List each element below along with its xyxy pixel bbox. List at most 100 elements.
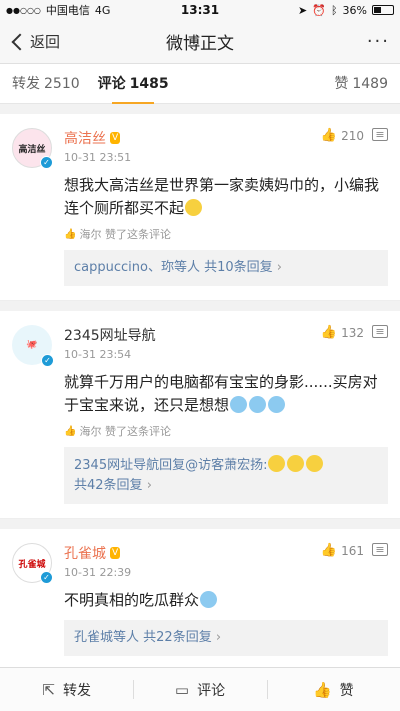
comment-text-content: 想我大高洁丝是世界第一家卖姨妈巾的，小编我连个厕所都买不起	[64, 176, 380, 217]
replies-box[interactable]: 孔雀城等人 共22条回复 ›	[64, 620, 388, 656]
replies-box[interactable]: 2345网址导航回复@访客萧宏扬: 共42条回复 ›	[64, 447, 388, 504]
commenter-name-text: 高洁丝	[64, 131, 106, 147]
comment-time: 10-31 23:51	[64, 151, 132, 164]
more-button[interactable]: ···	[367, 31, 390, 52]
like-count: 210	[341, 128, 364, 143]
vip-icon: V	[110, 132, 121, 144]
vip-icon: V	[110, 547, 121, 559]
comment-text-content: 就算千万用户的电脑都有宝宝的身影......买房对于宝宝来说，还只是想想	[64, 373, 378, 414]
verified-icon: ✓	[41, 354, 54, 367]
like-label: 赞	[339, 682, 354, 699]
comment-item: 孔雀城 ✓ 孔雀城 V 10-31 22:39 👍 161 ≡ 不明真相的吃瓜群…	[0, 529, 400, 671]
divider	[0, 104, 400, 114]
tab-comment[interactable]: 评论 1485	[98, 64, 169, 104]
commenter-name[interactable]: 孔雀城 V	[64, 543, 321, 563]
small-thumbs-up-icon: 👍	[64, 228, 77, 240]
like-button[interactable]: 👍 161	[321, 543, 364, 558]
reply-count: 共22条回复	[143, 630, 212, 645]
avatar[interactable]: 孔雀城 ✓	[12, 543, 53, 584]
network-label: 4G	[94, 3, 111, 17]
baby-emoji-icon	[200, 591, 218, 608]
like-button[interactable]: 👍 210	[321, 128, 364, 143]
commenter-name[interactable]: 2345网址导航	[64, 325, 321, 345]
comment-label: 评论	[197, 682, 226, 699]
tabs-left: 转发 2510 评论 1485	[12, 64, 169, 104]
comment-text: 想我大高洁丝是世界第一家卖姨妈巾的，小编我连个厕所都买不起	[64, 174, 388, 220]
small-thumbs-up-icon: 👍	[64, 425, 77, 437]
comment-time: 10-31 23:54	[64, 348, 132, 361]
comment-button[interactable]: ▭ 评论	[133, 668, 266, 711]
smile-emoji-icon	[185, 199, 203, 216]
chevron-left-icon	[11, 33, 29, 50]
tab-like-count: 1489	[352, 75, 388, 92]
comment-meta: 2345网址导航 10-31 23:54	[64, 325, 321, 361]
emoji-icon	[306, 455, 324, 472]
clock: 13:31	[180, 3, 220, 17]
signal-icon: ●●○○○	[6, 5, 41, 15]
alarm-icon: ⏰	[312, 3, 326, 17]
tab-repost[interactable]: 转发 2510	[12, 64, 80, 104]
tab-repost-count: 2510	[44, 75, 80, 92]
chevron-right-icon: ›	[215, 630, 222, 645]
like-button[interactable]: 👍 132	[321, 325, 364, 340]
baby-emoji-icon	[249, 396, 267, 413]
repost-icon: ⇱	[42, 680, 55, 699]
comment-header: 🐙 ✓ 2345网址导航 10-31 23:54 👍 132 ≡	[12, 325, 388, 367]
baby-emoji-icon	[230, 396, 248, 413]
comment-header: 高洁丝 ✓ 高洁丝 V 10-31 23:51 👍 210 ≡	[12, 128, 388, 169]
reply-icon[interactable]: ≡	[372, 325, 388, 338]
thumbs-up-icon: 👍	[320, 128, 338, 143]
liked-by-line: 👍 海尔 赞了这条评论	[64, 423, 388, 439]
commenter-name-text: 2345网址导航	[64, 328, 156, 344]
reply-users: cappuccino、珎等人	[74, 260, 200, 275]
tab-bar: 转发 2510 评论 1485 赞 1489	[0, 64, 400, 104]
replies-box[interactable]: cappuccino、珎等人 共10条回复 ›	[64, 250, 388, 286]
location-icon: ➤	[298, 3, 308, 17]
reply-icon[interactable]: ≡	[372, 128, 388, 141]
avatar-logo-text: 高洁丝	[18, 144, 46, 155]
status-right: ➤ ⏰ ᛒ 36%	[298, 4, 394, 17]
avatar[interactable]: 高洁丝 ✓	[12, 128, 53, 169]
back-button[interactable]: 返回	[10, 31, 60, 52]
like-count: 132	[341, 325, 364, 340]
repost-button[interactable]: ⇱ 转发	[0, 668, 133, 711]
like-count: 161	[341, 543, 364, 558]
divider	[0, 301, 400, 311]
divider	[0, 519, 400, 529]
chevron-right-icon: ›	[146, 478, 152, 493]
status-left: ●●○○○ 中国电信 4G	[6, 2, 110, 18]
status-bar: ●●○○○ 中国电信 4G 13:31 ➤ ⏰ ᛒ 36%	[0, 0, 400, 20]
nav-bar: 返回 微博正文 ···	[0, 20, 400, 64]
thumbs-up-icon: 👍	[312, 680, 332, 699]
reply-users: 孔雀城等人	[74, 630, 140, 645]
commenter-name-text: 孔雀城	[64, 546, 106, 562]
verified-icon: ✓	[40, 156, 53, 169]
emoji-icon	[268, 455, 286, 472]
liked-by-text: 海尔 赞了这条评论	[79, 425, 171, 438]
reply-icon[interactable]: ≡	[372, 543, 388, 556]
comment-text: 不明真相的吃瓜群众	[64, 589, 388, 612]
reply-count: 共10条回复	[204, 260, 273, 275]
bluetooth-icon: ᛒ	[330, 3, 338, 17]
octopus-avatar-icon: 🐙	[26, 340, 38, 350]
comment-text: 就算千万用户的电脑都有宝宝的身影......买房对于宝宝来说，还只是想想	[64, 371, 388, 417]
emoji-icon	[287, 455, 305, 472]
tab-like[interactable]: 赞 1489	[334, 64, 388, 104]
liked-by-text: 海尔 赞了这条评论	[79, 228, 171, 241]
tab-like-label: 赞	[334, 75, 349, 92]
comment-time: 10-31 22:39	[64, 566, 132, 579]
comment-meta: 高洁丝 V 10-31 23:51	[64, 128, 321, 164]
reply-preview: 2345网址导航回复@访客萧宏扬:	[74, 458, 268, 473]
chevron-right-icon: ›	[276, 260, 282, 275]
commenter-name[interactable]: 高洁丝 V	[64, 128, 321, 148]
like-bottom-button[interactable]: 👍 赞	[266, 668, 400, 711]
comment-item: 高洁丝 ✓ 高洁丝 V 10-31 23:51 👍 210 ≡ 想我大高洁丝是世…	[0, 114, 400, 301]
comment-header: 孔雀城 ✓ 孔雀城 V 10-31 22:39 👍 161 ≡	[12, 543, 388, 584]
comment-item: 🐙 ✓ 2345网址导航 10-31 23:54 👍 132 ≡ 就算千万用户的…	[0, 311, 400, 519]
comment-meta: 孔雀城 V 10-31 22:39	[64, 543, 321, 579]
comment-text-content: 不明真相的吃瓜群众	[64, 591, 200, 609]
baby-emoji-icon	[268, 396, 286, 413]
avatar[interactable]: 🐙 ✓	[12, 325, 54, 367]
page-title: 微博正文	[166, 34, 234, 54]
verified-icon: ✓	[40, 571, 53, 584]
